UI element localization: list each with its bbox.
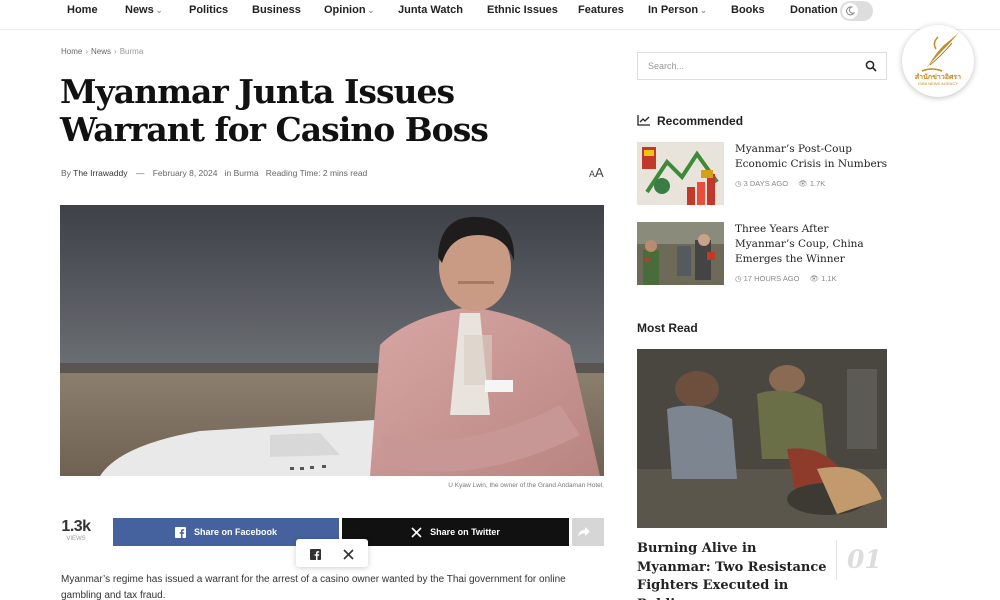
in-prefix: in (224, 168, 232, 178)
breadcrumb-news[interactable]: News (91, 47, 111, 56)
eye-icon: 👁 (798, 179, 808, 188)
dark-mode-toggle[interactable] (840, 1, 873, 21)
recommended-title-2[interactable]: Three Years After Myanmar’s Coup, China … (735, 222, 890, 267)
breadcrumb: Home › News › Burma (61, 47, 143, 56)
recommended-views-2: 1.1K (821, 274, 837, 283)
chevron-down-icon: ⌄ (367, 6, 375, 15)
most-read-heading: Most Read (637, 321, 698, 335)
recommended-time-2: 17 HOURS AGO (743, 274, 800, 283)
x-logo-icon (411, 526, 422, 538)
toggle-knob (842, 3, 858, 19)
share-arrow-icon (578, 527, 590, 537)
clock-icon: ◷ (735, 274, 742, 283)
reading-time: Reading Time: 2 mins read (265, 168, 368, 178)
top-navigation: Home News ⌄ Politics Business Opinion ⌄ Ju… (0, 0, 1000, 30)
most-read-title-1[interactable]: Burning Alive in Myanmar: Two Resistance… (637, 540, 827, 600)
nav-item-news[interactable]: News ⌄ (125, 4, 162, 16)
recommended-time-1: 3 DAYS AGO (743, 179, 789, 188)
share-more-button[interactable] (572, 518, 604, 546)
search-placeholder: Search... (648, 61, 685, 71)
recommended-thumb-2[interactable] (637, 222, 724, 285)
nav-item-home[interactable]: Home (67, 4, 98, 16)
nav-item-junta-watch[interactable]: Junta Watch (398, 4, 463, 16)
font-size-toggle[interactable]: AA (589, 165, 604, 180)
article-title: Myanmar Junta Issues Warrant for Casino … (60, 72, 489, 149)
facebook-icon (174, 526, 186, 538)
share-count: 1.3k VIEWS (58, 518, 94, 542)
x-logo-icon[interactable] (343, 547, 354, 565)
facebook-icon[interactable] (310, 547, 321, 565)
share-count-number: 1.3k (61, 518, 91, 535)
recommended-meta-1: ◷ 3 DAYS AGO 👁 1.7K (735, 179, 825, 188)
nav-item-ethnic-issues[interactable]: Ethnic Issues (487, 4, 558, 16)
recommended-thumb-1[interactable] (637, 142, 724, 205)
article-category[interactable]: Burma (234, 168, 259, 178)
article-hero-image (60, 205, 604, 476)
nav-item-in-person[interactable]: In Person ⌄ (648, 4, 707, 16)
image-caption: U Kyaw Lwin, the owner of the Grand Anda… (448, 482, 604, 489)
share-twitter-button[interactable]: Share on Twitter (342, 518, 569, 546)
article-body-paragraph: Myanmar’s regime has issued a warrant fo… (61, 574, 566, 600)
recommended-views-1: 1.7K (809, 179, 826, 188)
nav-item-features[interactable]: Features (578, 4, 624, 16)
trending-chart-icon (637, 115, 650, 126)
most-read-rank-1: 01 (836, 540, 886, 580)
chevron-right-icon: › (85, 47, 89, 56)
search-box[interactable]: Search... (637, 52, 887, 80)
search-icon[interactable] (865, 60, 877, 72)
eye-icon: 👁 (809, 274, 820, 283)
breadcrumb-home[interactable]: Home (61, 47, 82, 56)
logo-english-text: ISRA NEWS AGENCY (917, 81, 958, 86)
chevron-down-icon: ⌄ (700, 6, 707, 15)
share-count-label: VIEWS (66, 536, 86, 542)
share-facebook-label: Share on Facebook (193, 527, 278, 537)
nav-item-opinion[interactable]: Opinion ⌄ (324, 4, 374, 16)
article-meta: By The Irrawaddy — February 8, 2024 in B… (61, 168, 368, 178)
nav-item-business[interactable]: Business (252, 4, 301, 16)
clock-icon: ◷ (735, 179, 742, 188)
share-twitter-label: Share on Twitter (430, 527, 500, 537)
chevron-right-icon: › (114, 47, 117, 56)
nav-item-donation[interactable]: Donation (790, 4, 838, 16)
most-read-image[interactable] (637, 349, 887, 528)
quill-pen-icon (921, 33, 958, 72)
recommended-meta-2: ◷ 17 HOURS AGO 👁 1.1K (735, 274, 837, 283)
moon-icon (846, 6, 855, 16)
nav-item-politics[interactable]: Politics (189, 4, 228, 16)
recommended-title-1[interactable]: Myanmar’s Post-Coup Economic Crisis in N… (735, 142, 890, 172)
article-author[interactable]: The Irrawaddy (73, 168, 127, 178)
breadcrumb-burma[interactable]: Burma (120, 47, 144, 56)
by-prefix: By (61, 168, 71, 178)
chevron-down-icon: ⌄ (155, 6, 163, 15)
isra-news-logo[interactable]: สำนักข่าวอิศรา ISRA NEWS AGENCY (902, 25, 974, 97)
article-date[interactable]: February 8, 2024 (153, 168, 218, 178)
floating-share-popup (296, 539, 368, 567)
recommended-heading: Recommended (657, 114, 744, 128)
nav-item-books[interactable]: Books (731, 4, 765, 16)
